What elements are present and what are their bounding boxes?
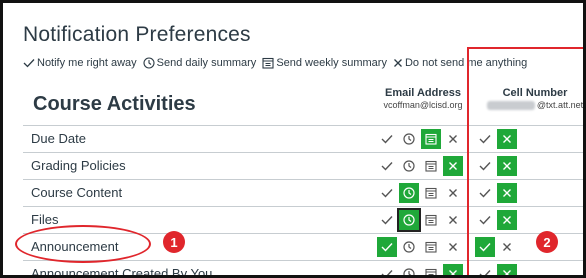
check-icon bbox=[381, 270, 393, 275]
x-icon bbox=[449, 135, 457, 143]
x-icon bbox=[449, 243, 457, 251]
email-options bbox=[377, 129, 465, 149]
email-options bbox=[377, 156, 465, 176]
email-address-value: vcoffman@lcisd.org bbox=[383, 100, 463, 110]
check-icon bbox=[381, 135, 393, 144]
email-calendar-option[interactable] bbox=[421, 156, 441, 176]
email-clock-option[interactable] bbox=[399, 237, 419, 257]
annotation-badge-1: 1 bbox=[163, 231, 185, 253]
email-calendar-option[interactable] bbox=[421, 237, 441, 257]
check-icon bbox=[381, 162, 393, 171]
email-calendar-option[interactable] bbox=[421, 129, 441, 149]
cell-column-highlight bbox=[467, 47, 583, 275]
notification-preferences-screen: Notification Preferences Notify me right… bbox=[0, 0, 586, 278]
email-clock-option[interactable] bbox=[397, 208, 421, 232]
row-label: Announcement Created By You bbox=[31, 266, 213, 278]
check-icon bbox=[381, 216, 393, 225]
clock-icon bbox=[403, 214, 415, 226]
email-options bbox=[377, 183, 465, 203]
legend-right-away-label: Notify me right away bbox=[37, 57, 137, 69]
row-label: Course Content bbox=[31, 185, 123, 200]
annotation-badge-2: 2 bbox=[536, 231, 558, 253]
x-icon bbox=[394, 59, 402, 67]
email-x-option[interactable] bbox=[443, 156, 463, 176]
calendar-icon bbox=[425, 214, 437, 226]
legend-daily-label: Send daily summary bbox=[156, 57, 257, 69]
email-column-header: Email Address vcoffman@lcisd.org bbox=[363, 87, 483, 110]
email-x-option[interactable] bbox=[443, 183, 463, 203]
email-check-option[interactable] bbox=[377, 183, 397, 203]
clock-icon bbox=[143, 57, 155, 69]
email-x-option[interactable] bbox=[443, 129, 463, 149]
section-heading: Course Activities bbox=[33, 93, 196, 115]
page-title: Notification Preferences bbox=[23, 23, 251, 46]
email-check-option[interactable] bbox=[377, 129, 397, 149]
legend-weekly: Send weekly summary bbox=[262, 57, 387, 69]
email-clock-option[interactable] bbox=[399, 129, 419, 149]
legend-right-away: Notify me right away bbox=[23, 57, 137, 69]
email-options bbox=[377, 208, 465, 232]
email-check-option[interactable] bbox=[377, 210, 397, 230]
calendar-icon bbox=[425, 187, 437, 199]
email-clock-option[interactable] bbox=[399, 156, 419, 176]
legend: Notify me right away Send daily summary … bbox=[23, 57, 533, 69]
check-icon bbox=[381, 243, 393, 252]
email-x-option[interactable] bbox=[443, 210, 463, 230]
email-check-option[interactable] bbox=[377, 237, 397, 257]
email-check-option[interactable] bbox=[377, 264, 397, 275]
row-label: Grading Policies bbox=[31, 158, 126, 173]
x-icon bbox=[449, 162, 457, 170]
announcement-highlight bbox=[15, 225, 151, 263]
email-x-option[interactable] bbox=[443, 237, 463, 257]
email-calendar-option[interactable] bbox=[421, 183, 441, 203]
email-clock-option[interactable] bbox=[399, 183, 419, 203]
clock-icon bbox=[403, 268, 415, 275]
legend-daily: Send daily summary bbox=[143, 57, 257, 69]
calendar-icon bbox=[425, 268, 437, 275]
calendar-icon bbox=[425, 160, 437, 172]
clock-icon bbox=[403, 187, 415, 199]
check-icon bbox=[23, 59, 35, 68]
clock-icon bbox=[403, 241, 415, 253]
email-options bbox=[377, 264, 465, 275]
check-icon bbox=[381, 189, 393, 198]
calendar-icon bbox=[425, 241, 437, 253]
calendar-icon bbox=[425, 133, 437, 145]
email-check-option[interactable] bbox=[377, 156, 397, 176]
email-clock-option[interactable] bbox=[399, 264, 419, 275]
legend-weekly-label: Send weekly summary bbox=[276, 57, 387, 69]
email-calendar-option[interactable] bbox=[421, 210, 441, 230]
email-header-label: Email Address bbox=[384, 87, 461, 99]
row-label: Files bbox=[31, 212, 59, 227]
x-icon bbox=[449, 270, 457, 275]
clock-icon bbox=[403, 160, 415, 172]
row-label: Due Date bbox=[31, 131, 86, 146]
x-icon bbox=[449, 189, 457, 197]
email-x-option[interactable] bbox=[443, 264, 463, 275]
clock-icon bbox=[403, 133, 415, 145]
calendar-icon bbox=[262, 57, 274, 69]
email-options bbox=[377, 237, 465, 257]
x-icon bbox=[449, 216, 457, 224]
email-calendar-option[interactable] bbox=[421, 264, 441, 275]
